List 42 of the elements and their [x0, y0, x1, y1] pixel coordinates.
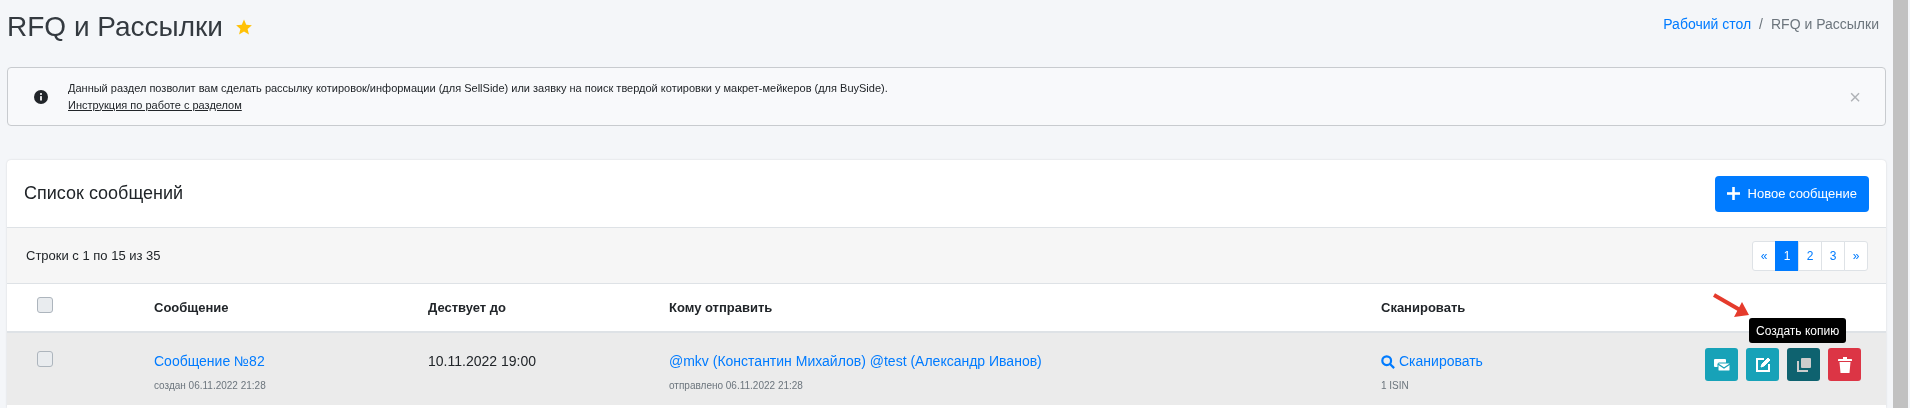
rows-summary: Строки с 1 по 15 из 35 [26, 246, 161, 265]
page-link[interactable]: 1 [1775, 240, 1799, 271]
sent-date: отправлено 06.11.2022 21:28 [669, 379, 804, 393]
page-link[interactable]: 2 [1798, 240, 1822, 271]
copy-icon [1795, 356, 1812, 373]
tooltip: Создать копию [1749, 318, 1847, 343]
page-link[interactable]: 3 [1821, 240, 1845, 271]
alert-text: Данный раздел позволит вам сделать рассылку котировок/информации (для SellSide) или заявку на поиск твердой котировки у макрет-мейкеров (для BuySide). [68, 80, 889, 96]
checkbox[interactable] [37, 296, 53, 313]
breadcrumb-link[interactable]: Рабочий стол [1663, 13, 1752, 35]
breadcrumb-separator: / [1759, 14, 1763, 34]
page-link[interactable]: « [1752, 240, 1776, 271]
isin-count: 1 ISIN [1381, 379, 1410, 393]
breadcrumb-current: RFQ и Рассылки [1771, 14, 1879, 34]
message-link[interactable]: Сообщение №82 [154, 351, 265, 372]
card-title: Список сообщений [24, 182, 184, 205]
copy-button[interactable] [1787, 348, 1820, 381]
column-header: Дествует до [428, 298, 508, 317]
column-header: Сообщение [154, 298, 230, 317]
column-header: Сканировать [1381, 298, 1466, 317]
page-link[interactable]: » [1844, 240, 1868, 271]
trash-icon [1837, 356, 1852, 373]
valid-until-cell-text: 10.11.2022 19:00 [428, 352, 537, 371]
star-icon[interactable] [235, 18, 253, 36]
created-date: создан 06.11.2022 21:28 [154, 379, 267, 393]
column-header: Кому отправить [669, 298, 774, 317]
edit-icon [1754, 356, 1771, 373]
close-button[interactable]: × [1849, 86, 1861, 107]
plus-icon [1726, 187, 1740, 200]
checkbox[interactable] [37, 351, 53, 367]
send-button[interactable] [1705, 348, 1738, 381]
page-title: RFQ и Рассылки [7, 10, 223, 44]
scan-link[interactable]: Сканировать [1381, 351, 1483, 372]
search-icon [1381, 354, 1395, 369]
recipients-link[interactable]: @mkv (Константин Михайлов) @test (Александр Иванов) [669, 351, 1042, 372]
envelopes-icon [1713, 357, 1730, 372]
info-icon [34, 89, 48, 104]
edit-button[interactable] [1746, 348, 1779, 381]
instruction-link[interactable]: Инструкция по работе с разделом [68, 96, 242, 114]
delete-button[interactable] [1828, 348, 1861, 381]
arrow-annotation [1712, 293, 1750, 319]
new-message-button[interactable]: Новое сообщение [1714, 175, 1869, 212]
